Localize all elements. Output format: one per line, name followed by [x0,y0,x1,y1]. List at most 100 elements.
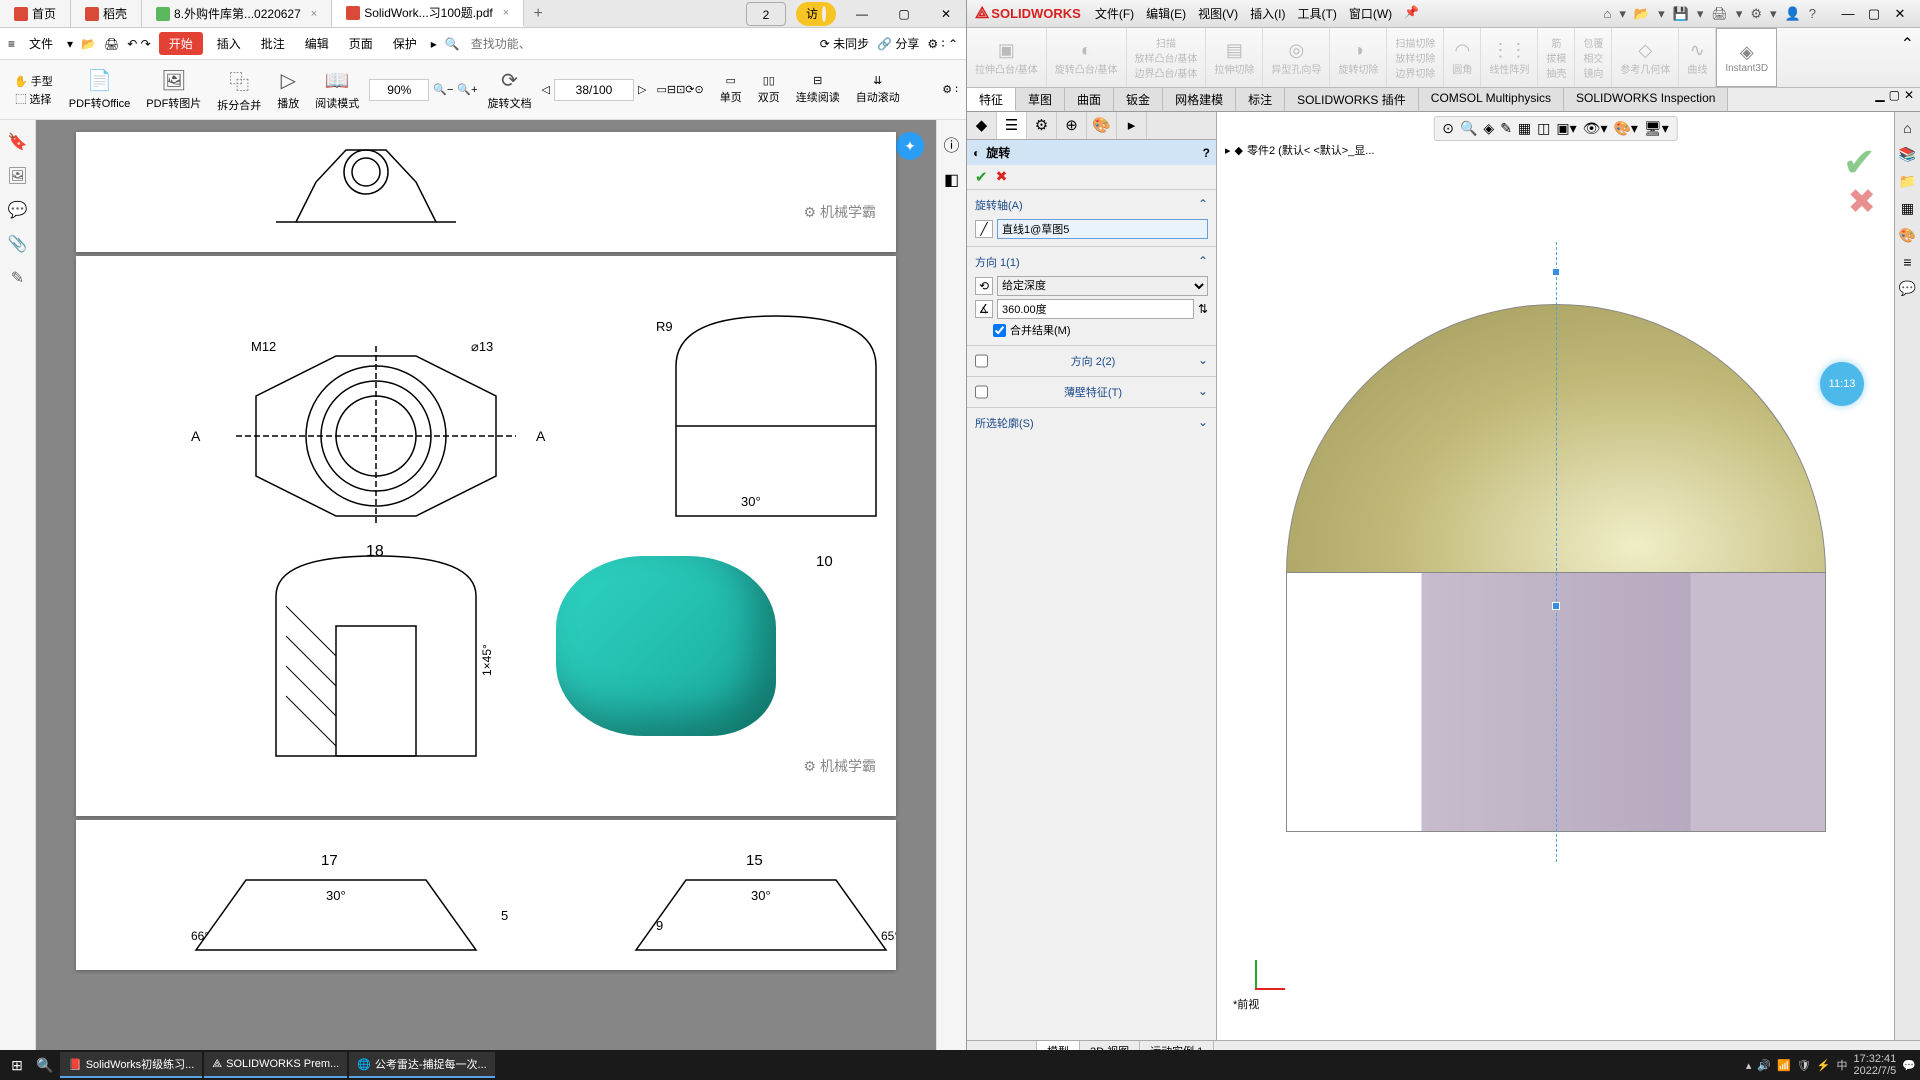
start-button[interactable]: ⊞ [4,1057,30,1074]
more-icon[interactable]: ▸ [431,37,437,51]
breadcrumb[interactable]: ▸◆零件2 (默认< <默认>_显... [1225,142,1374,158]
vp-tool-icon[interactable]: ◫ [1537,120,1550,137]
tab-inspection[interactable]: SOLIDWORKS Inspection [1564,88,1728,111]
tab-daoke[interactable]: 稻壳 [71,0,142,27]
notification-badge[interactable]: 2 [746,2,786,26]
menu-icon[interactable]: ≡ [8,37,15,51]
next-page-icon[interactable]: ▷ [638,83,646,96]
pm-tab-appearance[interactable]: 🎨 [1087,112,1117,139]
vp-tool-icon[interactable]: ✎ [1500,120,1512,137]
continuous-read[interactable]: ⊟连续阅读 [790,72,846,107]
read-mode[interactable]: 📖阅读模式 [309,66,365,113]
search-input[interactable] [468,34,528,54]
ribbon-collapse-icon[interactable]: ⌃ [1895,28,1920,87]
single-page[interactable]: ▭单页 [714,72,748,107]
rotate-tool[interactable]: ⟳旋转文档 [482,66,538,113]
page-menu[interactable]: 页面 [343,32,379,55]
file-explorer-icon[interactable]: 📁 [1899,173,1916,190]
minimize-button[interactable]: — [842,2,882,26]
tray-icon[interactable]: 📶 [1777,1059,1791,1072]
taskbar-pdf[interactable]: 📕 SolidWorks初级练习... [60,1052,202,1078]
angle-input[interactable] [997,299,1194,319]
forum-icon[interactable]: 💬 [1899,280,1916,297]
thin-checkbox[interactable] [975,384,988,400]
print-icon[interactable]: 🖨 [1711,6,1728,22]
vp-tool-icon[interactable]: 🖥▾ [1644,120,1669,137]
pm-tab-display[interactable]: ⊕ [1057,112,1087,139]
new-tab-button[interactable]: + [524,5,552,23]
tab-mesh[interactable]: 网格建模 [1163,88,1236,111]
accept-icon[interactable]: ✔ [1842,140,1876,186]
merge-checkbox[interactable] [993,324,1006,337]
tab-addins[interactable]: SOLIDWORKS 插件 [1285,88,1419,111]
tools-menu[interactable]: 工具(T) [1294,3,1341,24]
start-button[interactable]: 开始 [159,32,203,55]
chevron-down-icon[interactable]: ⌄ [1198,353,1208,369]
save-icon[interactable]: 💾 [1673,6,1689,22]
vp-tool-icon[interactable]: 👁▾ [1583,120,1608,137]
share-button[interactable]: 🔗 分享 [877,35,919,52]
vp-tool-icon[interactable]: ▣▾ [1556,120,1576,137]
tab-home[interactable]: 首页 [0,0,71,27]
view-palette-icon[interactable]: ▦ [1901,200,1914,217]
tab-surface[interactable]: 曲面 [1065,88,1114,111]
notifications-icon[interactable]: 💬 [1902,1059,1916,1072]
comment-icon[interactable]: 💬 [8,200,28,220]
auto-scroll[interactable]: ⇊自动滚动 [850,72,906,107]
window-menu[interactable]: 窗口(W) [1345,3,1396,24]
ime-indicator[interactable]: 中 [1836,1057,1847,1073]
open-icon[interactable]: 📂 [81,37,96,51]
sub-min-icon[interactable]: ▁ [1875,88,1884,111]
open-icon[interactable]: 📂 [1634,6,1650,22]
tray-icon[interactable]: 🔊 [1757,1059,1771,1072]
edit-menu[interactable]: 编辑 [299,32,335,55]
hand-tool[interactable]: ✋ 手型⬚ 选择 [8,71,59,109]
taskbar-browser[interactable]: 🌐 公考雷达-捕捉每一次... [349,1052,495,1078]
play-tool[interactable]: ▷播放 [271,66,305,113]
home-icon[interactable]: ⌂ [1604,6,1612,22]
pm-tab-more[interactable]: ▸ [1117,112,1147,139]
review-menu[interactable]: 批注 [255,32,291,55]
close-icon[interactable]: × [311,8,317,20]
pm-help-icon[interactable]: ? [1203,146,1210,160]
sync-status[interactable]: ⟳ 未同步 [820,35,869,52]
zoom-in-icon[interactable]: 🔍+ [457,83,477,96]
tab-sketch[interactable]: 草图 [1016,88,1065,111]
tray-icon[interactable]: ⚡ [1817,1059,1831,1072]
pm-tab-config[interactable]: ⚙ [1027,112,1057,139]
search-icon[interactable]: 🔍 [32,1057,58,1074]
options-icon[interactable]: ⚙ [1750,6,1762,22]
close-button[interactable]: ✕ [1888,6,1912,22]
pdf-to-image[interactable]: 🖼PDF转图片 [140,66,207,113]
chevron-down-icon[interactable]: ⌄ [1198,415,1208,431]
page-input[interactable] [554,79,634,101]
orientation-triad[interactable] [1247,950,1287,990]
spinner-icon[interactable]: ⇅ [1198,302,1208,316]
login-button[interactable]: 访客登录 [796,2,836,26]
view-menu[interactable]: 视图(V) [1194,3,1242,24]
tab-annotate[interactable]: 标注 [1236,88,1285,111]
help-icon[interactable]: ? [1809,6,1816,22]
clock[interactable]: 17:32:412022/7/5 [1853,1053,1896,1077]
close-icon[interactable]: × [503,7,509,19]
insert-menu[interactable]: 插入(I) [1246,3,1289,24]
help-icon[interactable]: ⓘ [943,132,959,156]
reverse-icon[interactable]: ⟲ [975,277,993,295]
maximize-button[interactable]: ▢ [884,2,924,26]
image-icon[interactable]: 🖼 [7,166,27,186]
tab-comsol[interactable]: COMSOL Multiphysics [1419,88,1564,111]
pm-tab-feature[interactable]: ◆ [967,112,997,139]
chevron-up-icon[interactable]: ⌃ [1198,197,1208,213]
cancel-button[interactable]: ✖ [996,168,1008,186]
user-icon[interactable]: 👤 [1785,6,1801,22]
ai-badge[interactable]: ✦ [896,132,924,160]
tray-icon[interactable]: ▴ [1746,1059,1752,1072]
tab-features[interactable]: 特征 [967,88,1016,111]
ok-button[interactable]: ✔ [975,168,988,186]
vp-tool-icon[interactable]: 🔍 [1460,120,1477,137]
design-library-icon[interactable]: 📚 [1899,146,1916,163]
reject-icon[interactable]: ✖ [1848,182,1877,222]
minimize-button[interactable]: — [1836,6,1860,22]
end-condition-select[interactable]: 给定深度 [997,276,1208,296]
pdf-to-office[interactable]: 📄PDF转Office [63,66,137,113]
